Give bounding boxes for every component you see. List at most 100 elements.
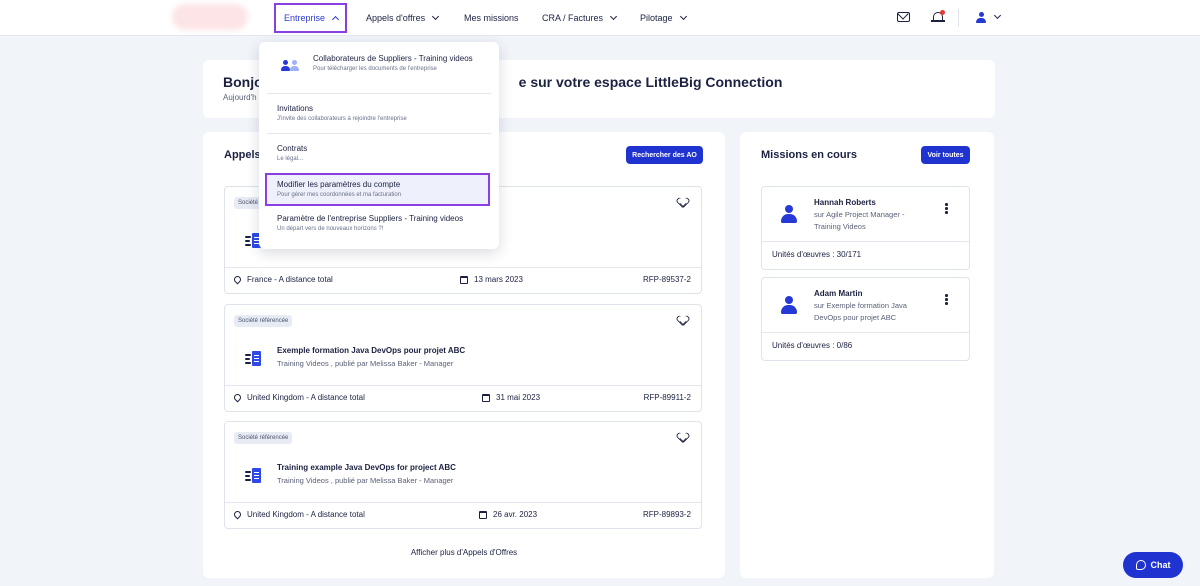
nav-appels-offres-label: Appels d'offres xyxy=(366,13,426,23)
chat-button[interactable]: Chat xyxy=(1123,552,1183,578)
date-text: 31 mai 2023 xyxy=(496,393,541,402)
chat-bubble-icon xyxy=(1135,560,1146,570)
menu-item-subtitle: Le légal... xyxy=(277,156,304,162)
card-reference: RFP-89893-2 xyxy=(642,510,691,519)
card-location: United Kingdom - A distance total xyxy=(232,392,365,403)
nav-mes-missions-label: Mes missions xyxy=(464,13,519,23)
missions-title: Missions en cours xyxy=(761,149,857,161)
location-pin-icon xyxy=(232,274,243,285)
nav-cra-factures[interactable]: CRA / Factures xyxy=(542,0,618,36)
card-date: 31 mai 2023 xyxy=(482,393,540,402)
chevron-down-icon xyxy=(993,11,1002,20)
menu-item-subtitle: Pour gérer mes coordonnées et ma factura… xyxy=(277,192,402,198)
mission-card[interactable]: Hannah Roberts sur Agile Project Manager… xyxy=(761,186,970,270)
document-icon xyxy=(245,350,261,368)
mission-person-name: Adam Martin xyxy=(814,289,863,298)
chevron-up-icon xyxy=(331,15,340,24)
referenced-badge: Société référencée xyxy=(234,315,293,327)
menu-item-subtitle: Un départ vers de nouveaux horizons ?! xyxy=(277,226,384,232)
nav-entreprise-label: Entreprise xyxy=(284,13,326,23)
chat-label: Chat xyxy=(1150,560,1171,570)
card-divider xyxy=(225,385,701,386)
search-ao-button[interactable]: Rechercher des AO xyxy=(626,146,703,164)
nav-mes-missions[interactable]: Mes missions xyxy=(464,0,519,36)
mail-icon[interactable] xyxy=(897,12,910,22)
notification-bell-icon[interactable] xyxy=(931,10,945,23)
card-reference: RFP-89911-2 xyxy=(643,393,691,402)
menu-item-subtitle: Pour télécharger les documents de l'entr… xyxy=(313,66,437,72)
date-text: 26 avr. 2023 xyxy=(493,510,538,519)
missions-panel: Missions en cours Voir toutes Hannah Rob… xyxy=(740,132,994,578)
card-divider xyxy=(762,241,969,242)
more-options-icon[interactable] xyxy=(945,203,948,214)
card-reference: RFP-89537-2 xyxy=(642,275,691,284)
mission-card[interactable]: Adam Martin sur Exemple formation Java D… xyxy=(761,277,970,361)
date-text: 13 mars 2023 xyxy=(474,275,523,284)
ao-card-subtitle: Training Videos , publié par Melissa Bak… xyxy=(277,476,454,485)
nav-pilotage[interactable]: Pilotage xyxy=(640,0,687,36)
company-logo[interactable] xyxy=(172,4,248,30)
nav-cra-factures-label: CRA / Factures xyxy=(542,13,604,23)
location-pin-icon xyxy=(232,509,243,520)
menu-item-subtitle: J'invite des collaborateurs à rejoindre … xyxy=(277,116,407,122)
location-pin-icon xyxy=(232,392,243,403)
calendar-icon xyxy=(482,393,490,402)
chevron-down-icon xyxy=(432,12,440,21)
top-navigation-bar: Entreprise Appels d'offres Mes missions … xyxy=(0,0,1200,36)
ao-card[interactable]: Société référencée Exemple formation Jav… xyxy=(224,304,702,412)
person-icon xyxy=(781,205,797,223)
mission-units: Unités d'œuvres : 0/86 xyxy=(772,341,853,350)
mission-role: sur Agile Project Manager - Training Vid… xyxy=(814,210,905,231)
ao-card-title[interactable]: Training example Java DevOps for project… xyxy=(277,463,456,472)
person-icon xyxy=(781,296,797,314)
user-menu[interactable] xyxy=(974,10,1004,26)
card-date: 13 mars 2023 xyxy=(460,275,523,284)
user-icon xyxy=(976,12,986,23)
calendar-icon xyxy=(479,510,487,519)
nav-appels-offres[interactable]: Appels d'offres xyxy=(366,0,440,36)
calendar-icon xyxy=(460,275,468,284)
card-divider xyxy=(225,502,701,503)
menu-item-parametre-entreprise[interactable]: Paramètre de l'entreprise Suppliers - Tr… xyxy=(267,214,491,232)
divider xyxy=(958,9,959,27)
ao-card[interactable]: Société référencée Training example Java… xyxy=(224,421,702,529)
chevron-down-icon xyxy=(609,12,618,21)
menu-item-modifier-parametres[interactable]: Modifier les paramètres du compte Pour g… xyxy=(265,173,490,206)
favorite-heart-icon[interactable] xyxy=(678,433,688,443)
location-text: United Kingdom - A distance total xyxy=(247,510,365,519)
favorite-heart-icon[interactable] xyxy=(678,316,688,326)
menu-item-collaborateurs[interactable]: Collaborateurs de Suppliers - Training v… xyxy=(267,54,491,94)
favorite-heart-icon[interactable] xyxy=(678,198,688,208)
menu-item-title: Collaborateurs de Suppliers - Training v… xyxy=(313,54,473,63)
menu-item-title: Contrats xyxy=(277,144,308,153)
menu-item-title: Invitations xyxy=(277,104,314,113)
mission-units: Unités d'œuvres : 30/171 xyxy=(772,250,862,259)
ao-card-title[interactable]: Exemple formation Java DevOps pour proje… xyxy=(277,346,465,355)
menu-item-title: Paramètre de l'entreprise Suppliers - Tr… xyxy=(277,214,464,223)
show-more-link[interactable]: Afficher plus d'Appels d'Offres xyxy=(203,548,725,557)
see-all-button[interactable]: Voir toutes xyxy=(921,146,970,164)
more-options-icon[interactable] xyxy=(945,294,948,305)
referenced-badge: Société xyxy=(234,197,263,209)
mission-person-name: Hannah Roberts xyxy=(814,198,876,207)
notification-dot xyxy=(940,10,945,15)
location-text: France - A distance total xyxy=(247,275,333,284)
users-icon xyxy=(280,58,300,78)
card-location: United Kingdom - A distance total xyxy=(232,509,365,520)
mission-role: sur Exemple formation Java DevOps pour p… xyxy=(814,301,907,322)
appels-offres-title: Appels xyxy=(224,149,261,161)
referenced-badge: Société référencée xyxy=(234,432,293,444)
welcome-title-start: Bonjo xyxy=(223,74,263,90)
card-date: 26 avr. 2023 xyxy=(479,510,537,519)
welcome-title-end: e sur votre espace LittleBig Connection xyxy=(518,74,783,90)
location-text: United Kingdom - A distance total xyxy=(247,393,365,402)
menu-divider xyxy=(267,133,491,134)
chevron-down-icon xyxy=(679,12,687,21)
menu-item-contrats[interactable]: Contrats Le légal... xyxy=(267,144,491,162)
entreprise-dropdown-menu: Collaborateurs de Suppliers - Training v… xyxy=(259,42,499,249)
nav-pilotage-label: Pilotage xyxy=(640,13,673,23)
nav-entreprise[interactable]: Entreprise xyxy=(274,3,347,33)
card-divider xyxy=(762,332,969,333)
menu-item-invitations[interactable]: Invitations J'invite des collaborateurs … xyxy=(267,104,491,122)
menu-item-title: Modifier les paramètres du compte xyxy=(277,180,401,189)
